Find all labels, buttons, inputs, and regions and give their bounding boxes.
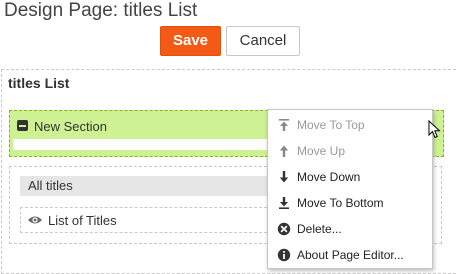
- section-label: New Section: [34, 119, 107, 134]
- cancel-button[interactable]: Cancel: [226, 26, 300, 56]
- menu-item-about[interactable]: About Page Editor...: [268, 243, 434, 269]
- info-icon: [277, 248, 291, 262]
- menu-item-label: Delete...: [297, 222, 342, 236]
- menu-item-move-down[interactable]: Move Down: [268, 165, 434, 191]
- arrow-top-icon: [279, 119, 289, 131]
- page-title: Design Page: titles List: [4, 0, 198, 21]
- section-drop-area: [13, 139, 274, 150]
- menu-item-label: Move To Top: [297, 118, 365, 132]
- block-header-label: All titles: [28, 178, 73, 193]
- mouse-cursor-icon: [428, 120, 441, 139]
- scroll-edge: [456, 0, 468, 274]
- menu-item-delete[interactable]: Delete...: [268, 217, 434, 243]
- menu-item-label: Move Down: [297, 170, 361, 184]
- menu-item-move-to-top[interactable]: Move To Top: [268, 113, 434, 139]
- context-menu: Move To Top Move Up Move Down Move To Bo…: [267, 109, 433, 269]
- block-item-label: List of Titles: [48, 213, 117, 228]
- arrow-down-icon: [279, 171, 289, 183]
- menu-item-label: About Page Editor...: [297, 248, 404, 262]
- menu-item-move-up[interactable]: Move Up: [268, 139, 434, 165]
- eye-icon[interactable]: [27, 214, 43, 226]
- collapse-icon[interactable]: [17, 120, 28, 131]
- delete-icon: [277, 222, 291, 236]
- save-button[interactable]: Save: [160, 26, 221, 56]
- zone-title: titles List: [8, 75, 70, 91]
- menu-item-label: Move To Bottom: [297, 196, 384, 210]
- menu-item-label: Move Up: [297, 144, 346, 158]
- arrow-up-icon: [279, 145, 289, 157]
- arrow-bottom-icon: [279, 197, 289, 209]
- menu-item-move-to-bottom[interactable]: Move To Bottom: [268, 191, 434, 217]
